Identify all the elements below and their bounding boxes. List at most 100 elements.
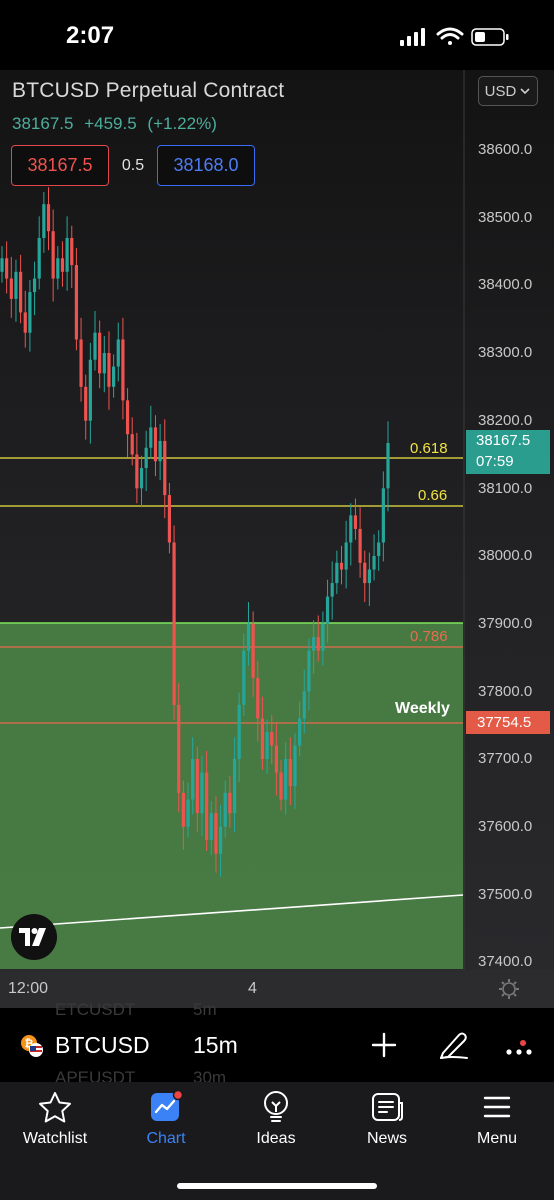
currency-select[interactable]: USD [478, 76, 538, 106]
candle-body [251, 623, 255, 678]
candle-body [209, 813, 213, 841]
candle-body [242, 650, 246, 705]
y-tick: 38600.0 [478, 141, 533, 158]
spread-value: 0.5 [121, 156, 145, 174]
candle-body [56, 258, 60, 279]
current-price-tag: 38167.5 07:59 [466, 430, 550, 474]
candle-body [353, 515, 358, 529]
symbol-selector[interactable]: BTCUSD [55, 1032, 150, 1059]
candle-body [205, 772, 209, 841]
candle-body [167, 495, 172, 543]
chevron-down-icon [520, 88, 530, 95]
candle-body [358, 528, 362, 563]
interval-selector[interactable]: 15m [193, 1032, 238, 1059]
tab-label: Menu [476, 1130, 518, 1147]
symbol-title[interactable]: BTCUSD Perpetual Contract [12, 79, 284, 103]
candle-body [270, 731, 274, 746]
candle-body [191, 759, 195, 800]
candle-body [284, 759, 288, 800]
more-dots-icon[interactable] [505, 1040, 535, 1058]
candle-body [256, 677, 260, 719]
chart-area[interactable] [0, 70, 554, 1008]
y-tick: 37400.0 [478, 953, 533, 970]
sell-button[interactable]: 38167.5 [11, 145, 109, 186]
candle-body [74, 265, 79, 340]
candle-body [218, 826, 223, 854]
candle-body [28, 292, 32, 333]
demand-zone [0, 623, 463, 969]
candle-body [367, 569, 371, 584]
candle-body [116, 339, 120, 367]
candle-body [214, 813, 218, 854]
tab-label: Ideas [256, 1130, 296, 1147]
y-tick: 37900.0 [478, 615, 533, 632]
candle-body [9, 278, 13, 299]
bid-ask-panel: 38167.5 0.5 38168.0 [11, 145, 255, 186]
wifi-icon [436, 27, 464, 45]
bitcoin-usd-icon: ₿ [21, 1035, 43, 1057]
status-bar: 2:07 [0, 0, 554, 70]
ghost-symbol-above: ETCUSDT [55, 1000, 136, 1019]
price-change: +459.5 [84, 114, 137, 133]
candle-body [19, 271, 23, 313]
tab-news[interactable]: News [337, 1090, 437, 1148]
tab-label: Watchlist [22, 1130, 88, 1147]
candle-body [186, 799, 190, 827]
newspaper-icon [372, 1093, 403, 1121]
price-change-line: 38167.5 +459.5 (+1.22%) [12, 114, 223, 134]
buy-button[interactable]: 38168.0 [157, 145, 255, 186]
candle-body [381, 488, 385, 543]
candle-body [79, 339, 83, 387]
tab-menu[interactable]: Menu [447, 1090, 547, 1148]
candle-body [112, 366, 116, 387]
fib-label-066: 0.66 [418, 487, 448, 504]
candle-body [46, 204, 51, 232]
candle-body [144, 447, 148, 469]
candle-body [307, 650, 311, 692]
x-tick: 12:00 [8, 980, 49, 997]
candle-body [321, 623, 325, 651]
candle-body [0, 258, 4, 272]
candle-body [274, 745, 278, 773]
fib-label-0618: 0.618 [410, 440, 448, 457]
candle-body [316, 637, 320, 651]
y-tick: 37600.0 [478, 818, 533, 835]
plus-icon[interactable] [370, 1031, 398, 1059]
bar-countdown: 07:59 [476, 453, 514, 470]
y-tick: 37700.0 [478, 750, 533, 767]
candle-body [330, 583, 334, 597]
price-chart[interactable] [0, 70, 554, 1008]
y-tick: 38200.0 [478, 412, 533, 429]
candle-body [372, 556, 376, 570]
candle-body [149, 427, 153, 448]
candle-body [37, 237, 41, 279]
lightbulb-icon [264, 1091, 288, 1122]
candle-body [311, 637, 316, 651]
cellular-signal-icon [400, 28, 425, 46]
candle-body [51, 231, 55, 279]
tab-watchlist[interactable]: Watchlist [5, 1090, 105, 1148]
candle-body [88, 359, 92, 421]
current-price-value: 38167.5 [476, 432, 531, 449]
tradingview-logo[interactable] [11, 914, 57, 960]
tradingview-logo-icon [19, 928, 46, 946]
y-tick: 38000.0 [478, 547, 533, 564]
candle-body [98, 332, 102, 374]
candle-body [107, 353, 111, 387]
candle-body [181, 792, 185, 827]
gear-icon[interactable] [498, 978, 520, 1000]
tab-label: Chart [146, 1130, 186, 1147]
candle-body [265, 731, 269, 759]
candle-body [200, 772, 204, 814]
candle-body [102, 353, 106, 374]
tab-ideas[interactable]: Ideas [226, 1090, 326, 1148]
tab-chart[interactable]: Chart [116, 1090, 216, 1148]
candle-body [84, 386, 88, 421]
candle-body [32, 278, 37, 293]
status-time: 2:07 [66, 22, 115, 49]
y-tick: 37800.0 [478, 683, 533, 700]
weekly-price-tag: 37754.5 [466, 711, 550, 734]
drawing-pen-icon[interactable] [437, 1029, 469, 1061]
candle-body [135, 454, 139, 489]
fib-label-0786: 0.786 [410, 628, 448, 645]
